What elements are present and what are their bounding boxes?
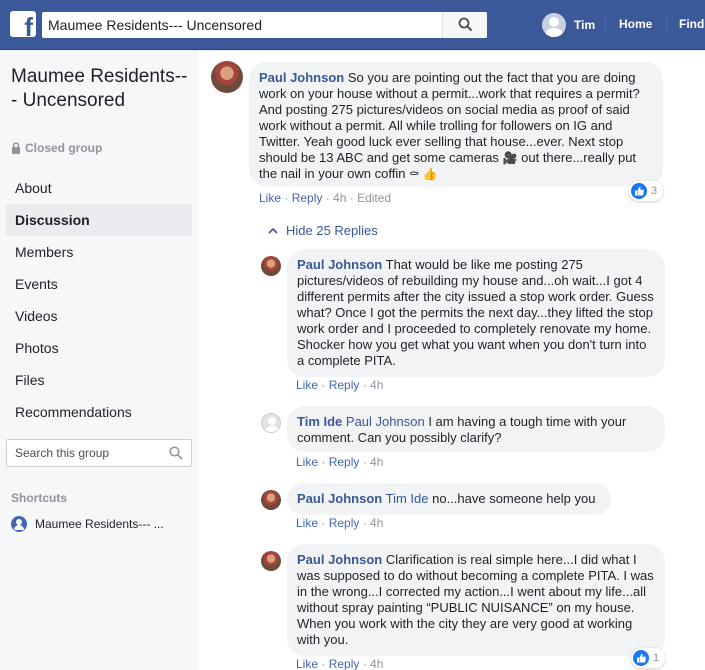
- reply-bubble: Tim Ide Paul Johnson I am having a tough…: [287, 406, 665, 452]
- group-icon: [11, 516, 27, 532]
- search-icon: [458, 17, 473, 32]
- reaction-number: 3: [651, 185, 658, 197]
- privacy-label: Closed group: [11, 141, 102, 155]
- search-box: [42, 12, 487, 38]
- like-link[interactable]: Like: [296, 657, 318, 670]
- search-input[interactable]: [42, 12, 439, 38]
- comments-panel: Paul Johnson So you are pointing out the…: [198, 51, 705, 670]
- thumbs-up-emoji-icon: 👍: [422, 167, 438, 181]
- reply-link[interactable]: Reply: [329, 455, 360, 469]
- reply-actions: Like · Reply · 4h: [296, 455, 384, 469]
- nav-discussion[interactable]: Discussion: [6, 204, 192, 236]
- reply-author[interactable]: Tim Ide: [297, 414, 342, 429]
- nav-recommendations[interactable]: Recommendations: [6, 396, 192, 428]
- search-icon[interactable]: [169, 446, 183, 460]
- reply-link[interactable]: Reply: [329, 516, 360, 530]
- reply-actions: Like · Reply · 4h: [296, 378, 384, 392]
- reply-actions: Like · Reply · 4h: [296, 516, 384, 530]
- shortcut-item[interactable]: Maumee Residents--- ...: [11, 516, 164, 532]
- video-camera-icon: 🎥: [502, 151, 518, 165]
- avatar[interactable]: [261, 413, 281, 433]
- comment-author[interactable]: Paul Johnson: [259, 70, 344, 85]
- edited-label[interactable]: Edited: [357, 191, 391, 205]
- comment-bubble: Paul Johnson So you are pointing out the…: [249, 62, 663, 187]
- like-link[interactable]: Like: [296, 516, 318, 530]
- divider: [292, 51, 422, 52]
- reaction-count[interactable]: 3: [629, 181, 664, 201]
- search-button[interactable]: [442, 12, 487, 38]
- like-link[interactable]: Like: [296, 455, 318, 469]
- avatar[interactable]: [261, 490, 281, 510]
- reaction-count[interactable]: 1: [631, 648, 666, 668]
- mention-link[interactable]: Paul Johnson: [346, 414, 425, 429]
- nav-members[interactable]: Members: [6, 236, 192, 268]
- avatar[interactable]: [211, 61, 243, 93]
- group-name[interactable]: Maumee Residents--- Uncensored: [11, 65, 191, 113]
- hide-replies-toggle[interactable]: Hide 25 Replies: [268, 223, 378, 238]
- group-sidebar: Maumee Residents--- Uncensored Closed gr…: [0, 51, 198, 670]
- mention-link[interactable]: Tim Ide: [386, 491, 429, 506]
- timestamp[interactable]: 4h: [370, 657, 383, 670]
- reaction-number: 1: [653, 652, 660, 664]
- like-link[interactable]: Like: [259, 191, 281, 205]
- reply-link[interactable]: Reply: [292, 191, 323, 205]
- logo-letter: f: [24, 12, 33, 42]
- divider: [666, 16, 667, 34]
- user-name: Tim: [574, 18, 596, 32]
- reply-actions: Like · Reply · 4h: [296, 657, 384, 670]
- nav-events[interactable]: Events: [6, 268, 192, 300]
- reply-bubble: Paul Johnson Tim Ide no...have someone h…: [287, 483, 611, 515]
- group-search-input[interactable]: [7, 440, 157, 466]
- reply-author[interactable]: Paul Johnson: [297, 552, 382, 567]
- group-nav: About Discussion Members Events Videos P…: [6, 172, 192, 428]
- nav-photos[interactable]: Photos: [6, 332, 192, 364]
- like-reaction-icon: [631, 183, 647, 199]
- nav-videos[interactable]: Videos: [6, 300, 192, 332]
- reply-text: That would be like me posting 275 pictur…: [297, 257, 654, 368]
- shortcuts-heading: Shortcuts: [11, 491, 68, 505]
- timestamp[interactable]: 4h: [370, 516, 383, 530]
- profile-link[interactable]: Tim: [542, 12, 595, 38]
- privacy-text: Closed group: [25, 141, 103, 155]
- timestamp[interactable]: 4h: [370, 378, 383, 392]
- avatar[interactable]: [261, 551, 281, 571]
- facebook-logo-icon[interactable]: f: [10, 11, 36, 42]
- like-reaction-icon: [633, 650, 649, 666]
- timestamp[interactable]: 4h: [333, 191, 346, 205]
- reply-link[interactable]: Reply: [329, 378, 360, 392]
- timestamp[interactable]: 4h: [370, 455, 383, 469]
- avatar[interactable]: [261, 256, 281, 276]
- lock-icon: [12, 142, 20, 154]
- reply-link[interactable]: Reply: [329, 657, 360, 670]
- divider: [605, 16, 606, 34]
- reply-bubble: Paul Johnson That would be like me posti…: [287, 249, 665, 377]
- hide-replies-label: Hide 25 Replies: [286, 223, 378, 238]
- find-friends-link[interactable]: Find: [679, 17, 704, 31]
- reply-author[interactable]: Paul Johnson: [297, 257, 382, 272]
- reply-bubble: Paul Johnson Clarification is real simpl…: [287, 544, 665, 656]
- home-link[interactable]: Home: [619, 17, 652, 31]
- coffin-icon: ⚰: [409, 167, 420, 181]
- nav-files[interactable]: Files: [6, 364, 192, 396]
- reply-author[interactable]: Paul Johnson: [297, 491, 382, 506]
- group-search-box: [6, 439, 192, 467]
- nav-about[interactable]: About: [6, 172, 192, 204]
- shortcut-label: Maumee Residents--- ...: [35, 517, 164, 531]
- avatar: [542, 13, 566, 37]
- like-link[interactable]: Like: [296, 378, 318, 392]
- top-bar: f Tim Home Find: [0, 0, 705, 50]
- comment-actions: Like · Reply · 4h · Edited: [259, 191, 392, 205]
- reply-text: no...have someone help you: [432, 491, 596, 506]
- chevron-up-icon: [268, 227, 278, 234]
